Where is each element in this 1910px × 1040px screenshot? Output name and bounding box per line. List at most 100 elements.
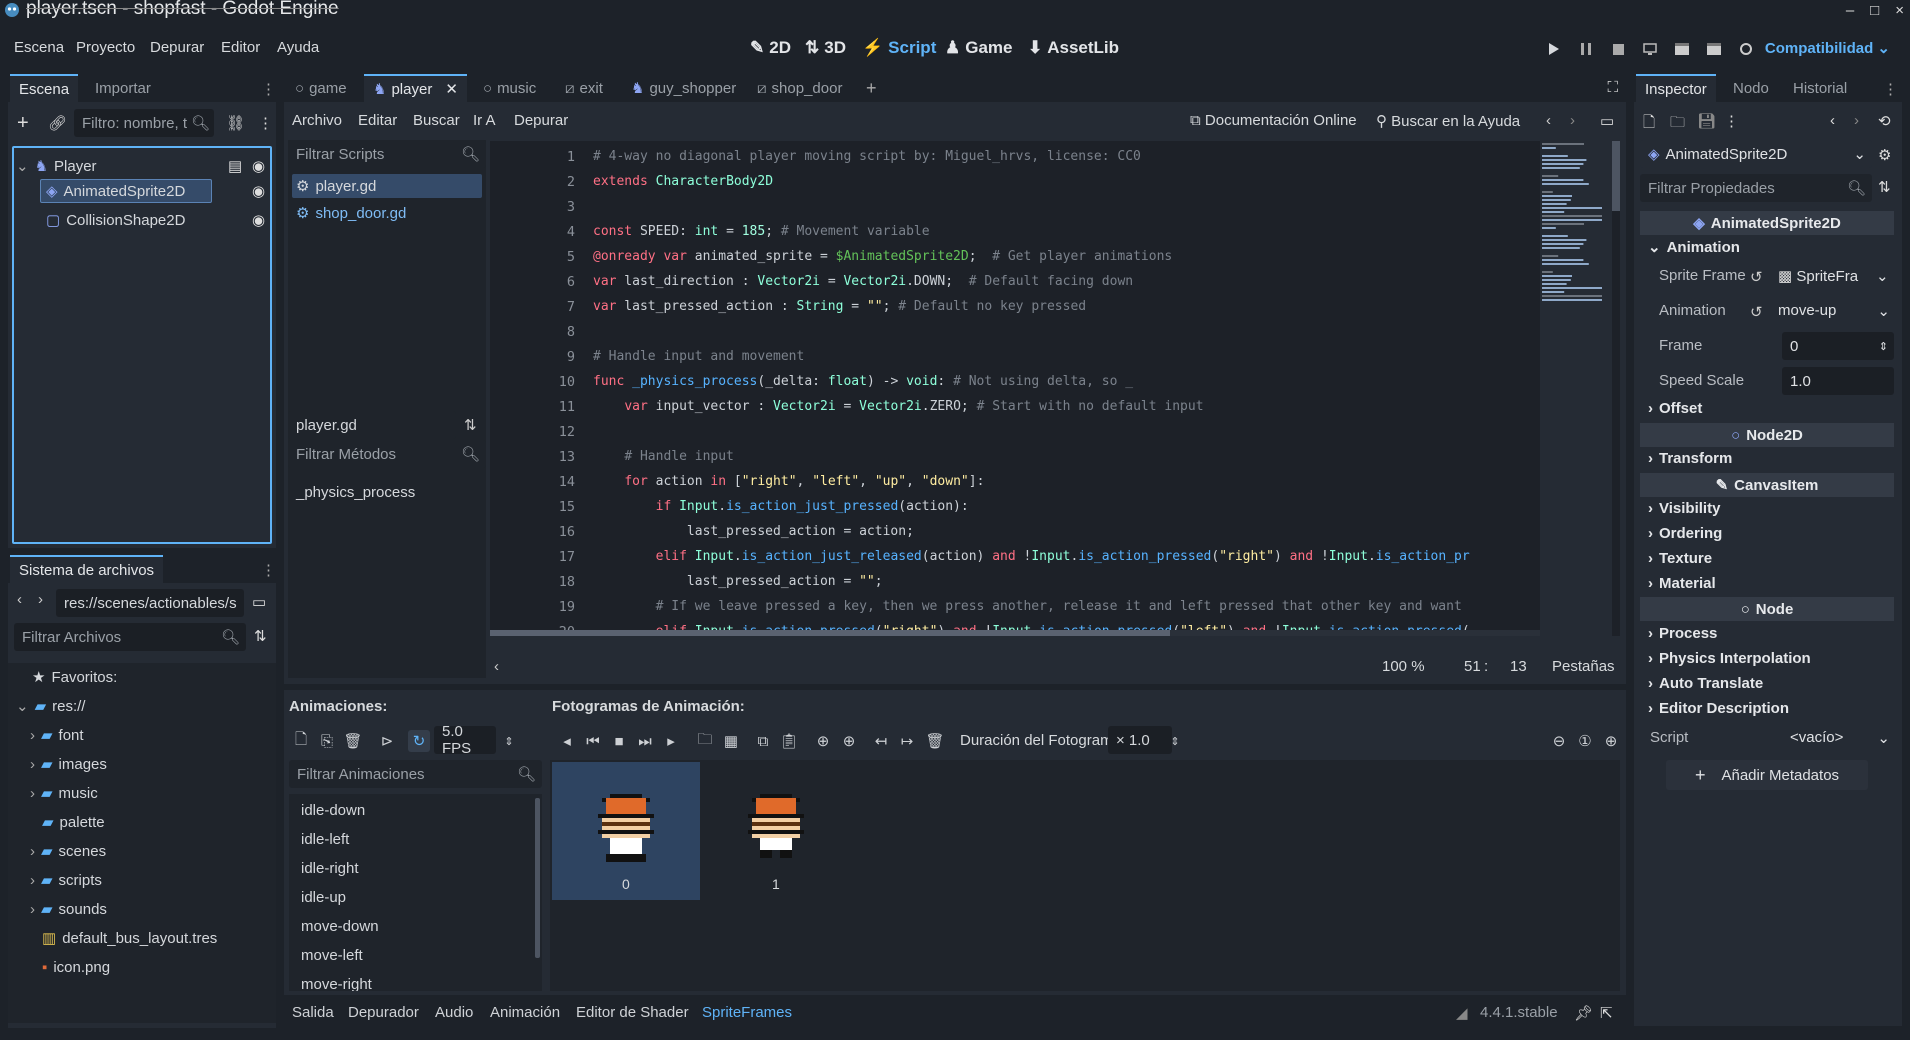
scene-tab-player[interactable]: ♞ player ✕ (364, 74, 467, 102)
method-item[interactable]: _physics_process (296, 480, 415, 504)
frame-1[interactable]: 1 (702, 762, 850, 900)
section-ordering[interactable]: › Ordering (1648, 525, 1722, 542)
duplicate-animation-icon[interactable]: ⎘ (316, 730, 338, 752)
folder-font[interactable]: › ▰ font (30, 723, 84, 747)
filter-properties-input[interactable]: Filtrar Propiedades 🔍︎ (1640, 174, 1872, 202)
insert-before-icon[interactable]: ⊕ (812, 730, 834, 752)
filter-animations-input[interactable]: Filtrar Animaciones 🔍︎ (289, 760, 542, 788)
sort-methods-icon[interactable]: ⇅ (464, 416, 477, 434)
play-button[interactable] (1543, 38, 1565, 60)
prev-script-icon[interactable]: ‹ (1546, 112, 1551, 129)
split-view-icon[interactable]: ▭ (252, 593, 266, 611)
anim-move-left[interactable]: move-left (301, 943, 363, 967)
pause-button[interactable] (1575, 38, 1597, 60)
delete-frame-icon[interactable]: 🗑 (924, 730, 946, 752)
play-scene-button[interactable] (1671, 38, 1693, 60)
anim-move-right[interactable]: move-right (301, 972, 372, 992)
script-menu-archivo[interactable]: Archivo (292, 112, 342, 129)
file-default-bus-layout[interactable]: ▥ default_bus_layout.tres (42, 926, 217, 950)
section-animation[interactable]: ⌄ Animation (1648, 238, 1740, 257)
tab-editor-shader[interactable]: Editor de Shader (576, 998, 689, 1026)
tab-salida[interactable]: Salida (292, 998, 334, 1026)
copy-frame-icon[interactable]: ⧉ (752, 730, 774, 752)
section-physics-interpolation[interactable]: › Physics Interpolation (1648, 650, 1811, 667)
prop-sprite-frames-value[interactable]: ▩ SpriteFra ⌄ (1778, 267, 1889, 285)
zoom-reset-icon[interactable]: ① (1574, 730, 1596, 752)
code-minimap[interactable] (1540, 141, 1610, 341)
pin-panel-icon[interactable]: 📌︎ (1574, 1004, 1593, 1022)
movie-maker-button[interactable] (1735, 38, 1757, 60)
move-right-icon[interactable]: ↦ (896, 730, 918, 752)
add-frame-sheet-icon[interactable]: ▦ (720, 730, 742, 752)
scene-menu-icon[interactable]: ⋮ (258, 114, 273, 132)
script-item-shop-door[interactable]: ⚙ shop_door.gd (296, 201, 406, 225)
new-animation-icon[interactable]: 🗋 (290, 730, 312, 752)
frame-0[interactable]: 0 (552, 762, 700, 900)
section-process[interactable]: › Process (1648, 625, 1717, 642)
add-frame-file-icon[interactable]: 🗀 (694, 730, 716, 752)
prop-script-value[interactable]: <vacío> ⌄ (1790, 729, 1890, 747)
fps-field[interactable]: 5.0 FPS (434, 723, 496, 757)
res-root-item[interactable]: ⌄ ▰ res:// (16, 694, 85, 718)
renderer-selector[interactable]: Compatibilidad ⌄ (1765, 39, 1890, 57)
zoom-in-icon[interactable]: ⊕ (1600, 730, 1622, 752)
instance-scene-icon[interactable]: ⛓ (226, 114, 245, 132)
tab-filesystem[interactable]: Sistema de archivos (10, 555, 164, 583)
script-menu-buscar[interactable]: Buscar (413, 112, 460, 129)
remote-debug-button[interactable] (1639, 38, 1661, 60)
file-filter-input[interactable]: Filtrar Archivos 🔍︎ (14, 623, 246, 651)
anim-idle-right[interactable]: idle-right (301, 856, 359, 880)
delete-animation-icon[interactable]: 🗑 (342, 730, 364, 752)
toggle-scripts-panel-icon[interactable]: ‹ (494, 658, 499, 675)
anim-list-scrollbar[interactable] (535, 798, 540, 958)
vertical-scrollbar[interactable] (1612, 141, 1620, 636)
add-scene-tab-icon[interactable]: + (866, 78, 877, 99)
tab-escena[interactable]: Escena (10, 74, 79, 102)
menu-proyecto[interactable]: Proyecto (76, 39, 135, 56)
close-tab-icon[interactable]: ✕ (445, 80, 458, 98)
stop-anim-icon[interactable]: ■ (608, 730, 630, 752)
workspace-3d[interactable]: ⇅ 3D (805, 38, 846, 58)
h-scroll-thumb[interactable] (490, 630, 1170, 636)
tab-inspector[interactable]: Inspector (1636, 74, 1716, 102)
play-custom-scene-button[interactable] (1703, 38, 1725, 60)
horizontal-scrollbar[interactable] (490, 630, 1540, 636)
code-editor[interactable]: 1 # 4-way no diagonal player moving scrip… (490, 141, 1540, 636)
maximize-button[interactable]: □ (1870, 2, 1879, 19)
minimize-button[interactable]: – (1846, 2, 1854, 19)
tab-spriteframes[interactable]: SpriteFrames (702, 998, 792, 1026)
menu-ayuda[interactable]: Ayuda (277, 39, 319, 56)
folder-scenes[interactable]: › ▰ scenes (30, 839, 106, 863)
tab-importar[interactable]: Importar (86, 74, 160, 102)
scene-tab-game[interactable]: ○ game (286, 74, 356, 102)
section-texture[interactable]: › Texture (1648, 550, 1712, 567)
section-transform[interactable]: › Transform (1648, 450, 1732, 467)
section-offset[interactable]: › Offset (1648, 400, 1702, 417)
script-attached-icon[interactable]: ▤ (228, 157, 242, 175)
workspace-2d[interactable]: ✎ 2D (750, 38, 791, 58)
link-icon[interactable]: 🔗︎ (48, 114, 67, 132)
edited-object-selector[interactable]: ◈ AnimatedSprite2D ⌄ (1640, 140, 1872, 168)
history-forward-icon[interactable]: › (1854, 112, 1859, 129)
online-docs-link[interactable]: ⧉ Documentación Online (1190, 112, 1357, 129)
folder-palette[interactable]: ▰ palette (42, 810, 105, 834)
menu-depurar[interactable]: Depurar (150, 39, 204, 56)
prop-animation-value[interactable]: move-up ⌄ (1778, 302, 1894, 320)
scene-tab-guy-shopper[interactable]: ♞ guy_shopper (622, 74, 745, 102)
indent-mode[interactable]: Pestañas (1552, 658, 1615, 675)
tab-nodo[interactable]: Nodo (1724, 74, 1778, 102)
next-frame-icon[interactable]: ⏭ (634, 730, 656, 752)
menu-editor[interactable]: Editor (221, 39, 260, 56)
revert-icon[interactable]: ↺ (1750, 268, 1763, 286)
zoom-level[interactable]: 100 % (1382, 658, 1425, 675)
file-icon-png[interactable]: ▪ icon.png (42, 955, 110, 979)
workspace-assetlib[interactable]: ⬇ AssetLib (1028, 38, 1119, 58)
back-icon[interactable]: ‹ (17, 591, 22, 608)
save-resource-icon[interactable]: 💾︎ (1697, 112, 1716, 130)
filter-scripts-input[interactable]: Filtrar Scripts 🔍︎ (288, 140, 486, 168)
stop-button[interactable] (1607, 38, 1629, 60)
scene-tab-music[interactable]: ○ music (474, 74, 545, 102)
tab-audio[interactable]: Audio (435, 998, 473, 1026)
script-menu-ir-a[interactable]: Ir A (473, 112, 496, 129)
prev-frame-icon[interactable]: ⏮ (582, 730, 604, 752)
